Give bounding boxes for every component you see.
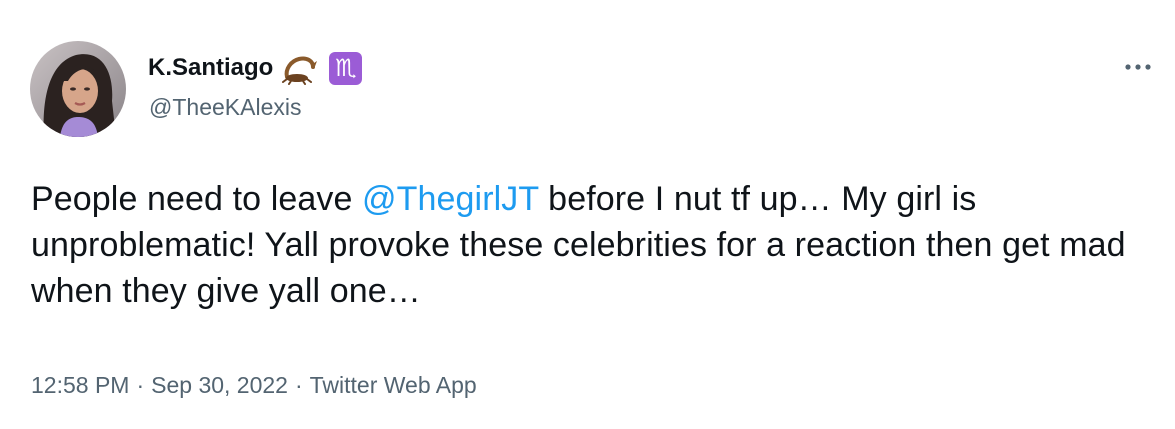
more-options-button[interactable] <box>1118 52 1158 82</box>
display-name[interactable]: K.Santiago <box>148 54 273 82</box>
mention-link[interactable]: @ThegirlJT <box>362 180 539 218</box>
tweet-text: People need to leave @ThegirlJT before I… <box>31 176 1151 314</box>
meta-separator: · <box>136 372 145 398</box>
tweet-text-part: People need to leave <box>31 180 363 218</box>
tweet-card: K.Santiago ♏ @TheeKAlexis People need to… <box>0 0 1175 429</box>
meta-separator: · <box>294 372 303 398</box>
scorpion-emoji-icon <box>281 51 321 85</box>
scorpius-zodiac-icon: ♏ <box>329 51 363 85</box>
avatar-image <box>30 41 126 137</box>
tweet-time[interactable]: 12:58 PM <box>31 372 129 398</box>
tweet-source[interactable]: Twitter Web App <box>310 372 477 398</box>
author-handle[interactable]: @TheeKAlexis <box>149 94 301 121</box>
avatar[interactable] <box>30 41 126 137</box>
author-name-row: K.Santiago ♏ <box>148 51 363 85</box>
tweet-metadata: 12:58 PM · Sep 30, 2022 · Twitter Web App <box>31 372 477 399</box>
more-dots-icon <box>1125 64 1151 70</box>
tweet-date[interactable]: Sep 30, 2022 <box>151 372 288 398</box>
